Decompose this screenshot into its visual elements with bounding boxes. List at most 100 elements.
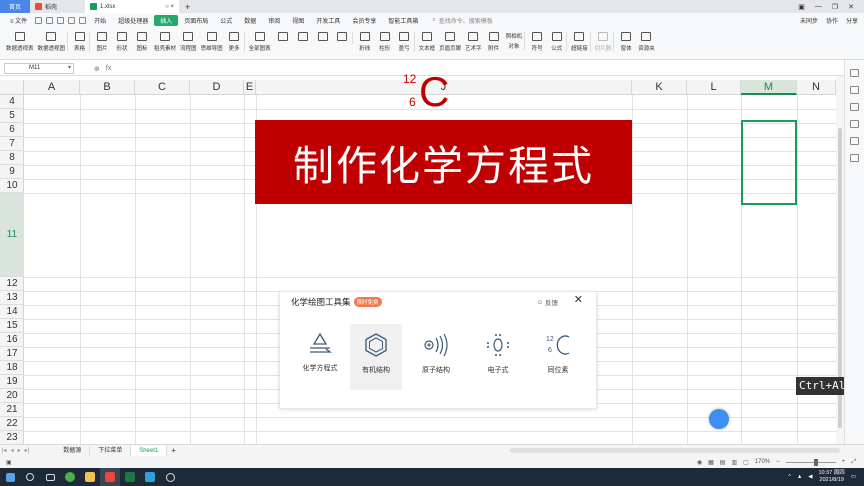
taskbar-excel[interactable] [120,468,140,486]
clock[interactable]: 10:37 周四 2021/8/19 [819,470,845,484]
sidebar-backup-icon[interactable] [850,120,859,128]
ribbon-wordart[interactable]: 艺术字 [463,32,484,52]
row-header-18[interactable]: 18 [0,361,24,375]
ribbon-sparkline-winloss[interactable]: 盈亏 [395,32,415,52]
row-header-9[interactable]: 9 [0,165,24,179]
ribbon-daoke-material[interactable]: 稻壳素材 [152,32,178,52]
column-header-n[interactable]: N [797,80,836,95]
selected-cell[interactable] [741,120,797,205]
ribbon-pivot-chart[interactable]: 数据透视图 [36,32,69,52]
fullscreen-icon[interactable]: ⤢ [851,459,856,466]
ribbon-camera-label[interactable]: 照相机 [506,32,523,40]
ribbon-chart-type-3[interactable] [313,32,333,44]
sidebar-select-icon[interactable] [850,86,859,94]
menu-start[interactable]: 开始 [88,16,112,25]
row-header-15[interactable]: 15 [0,319,24,333]
tray-arrow-icon[interactable]: ^ [788,474,791,480]
ribbon-hyperlink[interactable]: 超链接 [569,32,591,52]
select-all-corner[interactable] [0,80,24,95]
row-header-22[interactable]: 22 [0,417,24,431]
ribbon-chart-type-4[interactable] [333,32,353,44]
ribbon-mindmap[interactable]: 思维导图 [199,32,225,52]
ribbon-chart-type-2[interactable] [293,32,313,44]
menu-page-layout[interactable]: 页面布局 [178,16,214,25]
tab-daoke[interactable]: 稻壳 [30,0,85,13]
window-layout-icon[interactable]: ▣ [798,3,805,11]
column-header-l[interactable]: L [687,80,741,95]
menu-data[interactable]: 数据 [238,16,262,25]
last-sheet-icon[interactable]: ▸| [23,447,32,454]
ribbon-table[interactable]: 表格 [70,32,91,52]
row-header-4[interactable]: 4 [0,95,24,109]
zoom-icon[interactable]: ⊕ [94,65,100,73]
new-tab-button[interactable]: + [179,2,190,12]
ribbon-flowchart[interactable]: 流程图 [178,32,199,52]
taskbar-wps[interactable] [100,468,120,486]
taskbar-app[interactable] [140,468,160,486]
fx-button[interactable]: fx [106,65,111,73]
column-header-a[interactable]: A [24,80,80,95]
command-search[interactable]: ⌕ 查找命令、搜索模板 [432,16,492,25]
sidebar-settings-icon[interactable] [850,69,859,77]
menu-view[interactable]: 视图 [286,16,310,25]
column-header-e[interactable]: E [244,80,256,95]
next-sheet-icon[interactable]: ▸ [16,447,23,454]
prev-sheet-icon[interactable]: ◂ [9,447,16,454]
panel-close-icon[interactable]: ✕ [574,293,583,306]
column-header-m[interactable]: M [741,80,797,95]
menu-member[interactable]: 会员专享 [346,16,382,25]
undo-icon[interactable] [68,17,76,24]
ribbon-more[interactable]: 更多 [225,32,245,52]
column-header-c[interactable]: C [135,80,190,95]
taskbar-explorer[interactable] [80,468,100,486]
menu-file[interactable]: ≡ 文件 [4,16,33,25]
tab-file[interactable]: 1.xlsx ○ × [85,0,179,13]
close-window-icon[interactable]: ✕ [848,3,854,11]
menu-review[interactable]: 审阅 [262,16,286,25]
ribbon-icons[interactable]: 图标 [132,32,152,52]
view-break-icon[interactable]: ▥ [731,459,737,466]
ribbon-form[interactable]: 窗体 [616,32,636,52]
volume-icon[interactable]: ◀ [808,474,812,480]
row-header-11[interactable]: 11 [0,193,24,277]
ribbon-sparkline-line[interactable]: 折线 [355,32,375,52]
menu-super-processor[interactable]: 超级处理器 [112,16,154,25]
column-header-k[interactable]: K [632,80,687,95]
menu-developer[interactable]: 开发工具 [310,16,346,25]
ribbon-header-footer[interactable]: 页眉页脚 [437,32,463,52]
notification-icon[interactable]: ▭ [851,474,856,480]
ribbon-symbol[interactable]: 符号 [527,32,547,52]
ribbon-pivot-table[interactable]: 数据透视表 [4,32,36,52]
zoom-in-icon[interactable]: + [842,459,846,465]
ribbon-textbox[interactable]: 文本框 [417,32,438,52]
ribbon-sparkline-column[interactable]: 柱形 [375,32,395,52]
unsynced-button[interactable]: 未同步 [800,16,818,25]
ribbon-attachment[interactable]: 附件 [484,32,504,52]
horizontal-scrollbar[interactable] [510,448,840,453]
taskbar-chrome[interactable] [60,468,80,486]
ribbon-equation[interactable]: 公式 [547,32,568,52]
add-sheet-button[interactable]: + [167,446,176,455]
tool-atomic-structure[interactable]: 原子结构 [410,324,462,390]
row-header-14[interactable]: 14 [0,305,24,319]
share-button[interactable]: 分享 [846,16,858,25]
view-page-icon[interactable]: ▤ [720,459,726,466]
row-header-7[interactable]: 7 [0,137,24,151]
row-header-19[interactable]: 19 [0,375,24,389]
column-header-d[interactable]: D [190,80,244,95]
name-box[interactable]: M11 [4,63,74,74]
row-header-17[interactable]: 17 [0,347,24,361]
tab-home[interactable]: 首页 [0,0,30,13]
zoom-level[interactable]: 170% [755,459,770,465]
view-read-icon[interactable]: ▢ [743,459,749,466]
row-header-23[interactable]: 23 [0,431,24,444]
menu-formula[interactable]: 公式 [214,16,238,25]
preview-icon[interactable] [57,17,65,24]
ribbon-shape[interactable]: 形状 [112,32,132,52]
minimize-icon[interactable]: — [815,3,822,11]
ribbon-object[interactable]: 照相机 对象 [504,32,526,50]
ribbon-chart-type-1[interactable] [273,32,293,44]
sidebar-expand-icon[interactable] [850,154,859,162]
sidebar-help-icon[interactable] [850,137,859,145]
row-header-13[interactable]: 13 [0,291,24,305]
